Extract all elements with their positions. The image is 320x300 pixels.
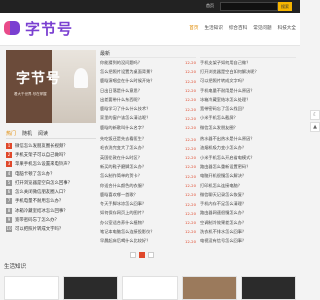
- list-item[interactable]: 手机内存不足怎么清理？: [200, 199, 296, 208]
- list-item[interactable]: 鹿晗的新歌叫什么名字？ 12-20: [100, 123, 196, 132]
- list-item[interactable]: 英国伦敦在什么时区？ 12-20: [100, 153, 196, 162]
- thumbnail[interactable]: [181, 276, 237, 300]
- main-nav: 首页 生活知识 综合百科 常见问题 科技大全: [189, 25, 296, 31]
- list-item[interactable]: 冬天手脚冰凉怎么回事？ 12-20: [100, 199, 196, 208]
- list-item[interactable]: 冰箱冷藏室结冰怎么处理？: [200, 95, 296, 104]
- thumbnail-row: [0, 276, 300, 300]
- rank-item[interactable]: 4 电脑卡顿了怎么办？: [6, 169, 96, 178]
- brand-name: 字节号: [25, 19, 74, 38]
- page-current[interactable]: [139, 252, 145, 258]
- list-item[interactable]: 鹿晗学习了什么什么技术？ 12-20: [100, 104, 196, 113]
- thumbnail[interactable]: [63, 276, 119, 300]
- thumbnail[interactable]: [240, 276, 297, 300]
- rank-item[interactable]: 10 可以把照片转成文字吗？: [6, 225, 96, 234]
- list-item[interactable]: 热水器不出热水是什么原因？: [200, 134, 296, 143]
- site-logo[interactable]: 字节号: [4, 17, 73, 39]
- list-item[interactable]: 如何保存网页上的图片？ 12-20: [100, 209, 196, 218]
- rank-item[interactable]: 8 冰箱冷藏室结冰怎么回事？: [6, 206, 96, 215]
- tab-hot[interactable]: 热门: [6, 130, 16, 137]
- list-item[interactable]: 路由器怎么重新设置密码？: [200, 162, 296, 171]
- list-item[interactable]: 打印机怎么连接电脑？: [200, 181, 296, 190]
- list-item[interactable]: 鹿晗演唱会在什么时候开始？ 12-20: [100, 77, 196, 86]
- nav-faq[interactable]: 常见问题: [253, 25, 271, 31]
- list-item[interactable]: 家里的窗户该怎么清洁呢？ 12-20: [100, 114, 196, 123]
- list-item[interactable]: 办公室适合养什么植物？ 12-20: [100, 218, 196, 227]
- site-header: 字节号 首页 生活知识 综合百科 常见问题 科技大全: [0, 13, 300, 46]
- nav-tech[interactable]: 科技大全: [278, 25, 296, 31]
- list-item[interactable]: 先吃饭还是先去看医生？ 12-20: [100, 134, 196, 143]
- moon-icon[interactable]: ☾: [310, 110, 320, 120]
- list-item[interactable]: 微信聊天记录怎么恢复？: [200, 190, 296, 199]
- tab-reading[interactable]: 阅读: [38, 130, 48, 137]
- left-column: 字节号 看大千世界 尽在掌握 热门 随机 阅读 1 微信怎么发朋友圈长视频？ 2手…: [6, 50, 96, 234]
- rank-item[interactable]: 1 微信怎么发朋友圈长视频？: [6, 141, 96, 150]
- rank-list: 1 微信怎么发朋友圈长视频？ 2 手机支架子可以自己做吗？ 3 苹果手机怎么设置来电铃…: [6, 141, 96, 234]
- rank-tabs: 热门 随机 阅读: [6, 129, 96, 139]
- list-item[interactable]: 小米手机怎么截屏？: [200, 114, 296, 123]
- nav-life[interactable]: 生活知识: [204, 25, 222, 31]
- back-to-top-icon[interactable]: ▲: [310, 122, 320, 132]
- list-item[interactable]: 可以把照片转成文字吗？: [200, 77, 296, 86]
- list-item[interactable]: 笔记本电脑怎么连接投影仪？ 12-20: [100, 227, 196, 236]
- list-item[interactable]: 电脑开机很慢怎么解决？: [200, 172, 296, 181]
- list-item[interactable]: 早晨起床后喝什么比较好？ 12-20: [100, 237, 196, 246]
- list-item[interactable]: 洗衣机不排水怎么回事？: [200, 227, 296, 236]
- list-item[interactable]: 宽带密码忘了怎么找回？: [200, 104, 296, 113]
- rank-item[interactable]: 3 苹果手机怎么设置来电铃声？: [6, 160, 96, 169]
- list-item[interactable]: 打开浏览器是空白如何解决呢？: [200, 67, 296, 76]
- list-item[interactable]: 手机支架子如何用自己做？: [200, 58, 296, 67]
- list-item[interactable]: 怎么把照片设置为桌面背景？ 12-20: [100, 67, 196, 76]
- list-item[interactable]: 手机电量不耐用是什么原因？: [200, 86, 296, 95]
- list-item[interactable]: 小米手机怎么开启省电模式？: [200, 153, 296, 162]
- latest-title: 最新: [100, 50, 196, 58]
- list-item[interactable]: 怎么制作简单的贺卡？ 12-20: [100, 172, 196, 181]
- banner-subtitle: 看大千世界 尽在掌握: [14, 92, 47, 96]
- nav-encyclopedia[interactable]: 综合百科: [229, 25, 247, 31]
- latest-list-2: 先吃饭还是先去看医生？ 12-20 毛衣洗完变大了怎么办？ 12-20 英国伦敦在什…: [100, 134, 196, 246]
- list-item[interactable]: 空调制冷效果差怎么办？: [200, 218, 296, 227]
- list-item[interactable]: 毛衣洗完变大了怎么办？ 12-20: [100, 144, 196, 153]
- logo-icon: [4, 19, 22, 37]
- list-item[interactable]: 你能猜到的没问题吗？ 12-20: [100, 58, 196, 67]
- list-item[interactable]: 出差要带什么东西呢？ 12-20: [100, 95, 196, 104]
- banner[interactable]: 字节号 看大千世界 尽在掌握: [6, 50, 96, 123]
- list-item[interactable]: 油烟机吸力变小怎么办？: [200, 144, 296, 153]
- section-title-life: 生活知识: [4, 264, 27, 270]
- right-spacer: [200, 50, 296, 58]
- rank-item[interactable]: 7 手机电量不耐用怎么办？: [6, 197, 96, 206]
- page-next[interactable]: [148, 252, 154, 258]
- pagination: [130, 252, 154, 258]
- rank-item[interactable]: 2 手机支架子可以自己做吗？: [6, 150, 96, 159]
- right-column: 手机支架子如何用自己做？ 打开浏览器是空白如何解决呢？ 可以把照片转成文字吗？ …: [200, 50, 296, 246]
- latest-list: 你能猜到的没问题吗？ 12-20 怎么把照片设置为桌面背景？ 12-20 鹿晗演唱会…: [100, 58, 196, 132]
- page-prev[interactable]: [130, 252, 136, 258]
- list-item[interactable]: 路由器网速很慢怎么办？: [200, 209, 296, 218]
- banner-title: 字节号: [16, 71, 61, 87]
- side-toolbar: ☾ ▲: [310, 110, 320, 134]
- thumbnail[interactable]: [122, 276, 178, 300]
- home-select[interactable]: 首页: [206, 3, 214, 9]
- right-list-2: 热水器不出热水是什么原因？ 油烟机吸力变小怎么办？ 小米手机怎么开启省电模式？ …: [200, 134, 296, 246]
- top-bar: 首页 搜索: [0, 0, 300, 13]
- center-column: 最新 你能猜到的没问题吗？ 12-20 怎么把照片设置为桌面背景？ 12-20 鹿晗…: [100, 50, 196, 246]
- right-list: 手机支架子如何用自己做？ 打开浏览器是空白如何解决呢？ 可以把照片转成文字吗？ …: [200, 58, 296, 132]
- search-input[interactable]: [220, 2, 278, 11]
- list-item[interactable]: 新买的鞋子磨脚怎么办？ 12-20: [100, 162, 196, 171]
- list-item[interactable]: 日出日落是什么意思？ 12-20: [100, 86, 196, 95]
- rank-item[interactable]: 9 宽带密码忘了怎么办？: [6, 215, 96, 224]
- nav-home[interactable]: 首页: [189, 25, 198, 31]
- list-item[interactable]: 电视没有信号怎么回事？: [200, 237, 296, 246]
- search-button[interactable]: 搜索: [278, 2, 292, 11]
- tab-random[interactable]: 随机: [22, 130, 32, 137]
- rank-item[interactable]: 6 怎么关闭微信朋友圈入口？: [6, 187, 96, 196]
- rank-item[interactable]: 5 打开浏览器是空白怎么回事？: [6, 178, 96, 187]
- lamp-image: [74, 68, 88, 88]
- list-item[interactable]: 鹿晗喜欢哪一首歌？ 12-20: [100, 190, 196, 199]
- thumbnail[interactable]: [4, 276, 60, 300]
- list-item[interactable]: 微信怎么发朋友圈？: [200, 123, 296, 132]
- list-item[interactable]: 你适合什么颜色的衣服？ 12-20: [100, 181, 196, 190]
